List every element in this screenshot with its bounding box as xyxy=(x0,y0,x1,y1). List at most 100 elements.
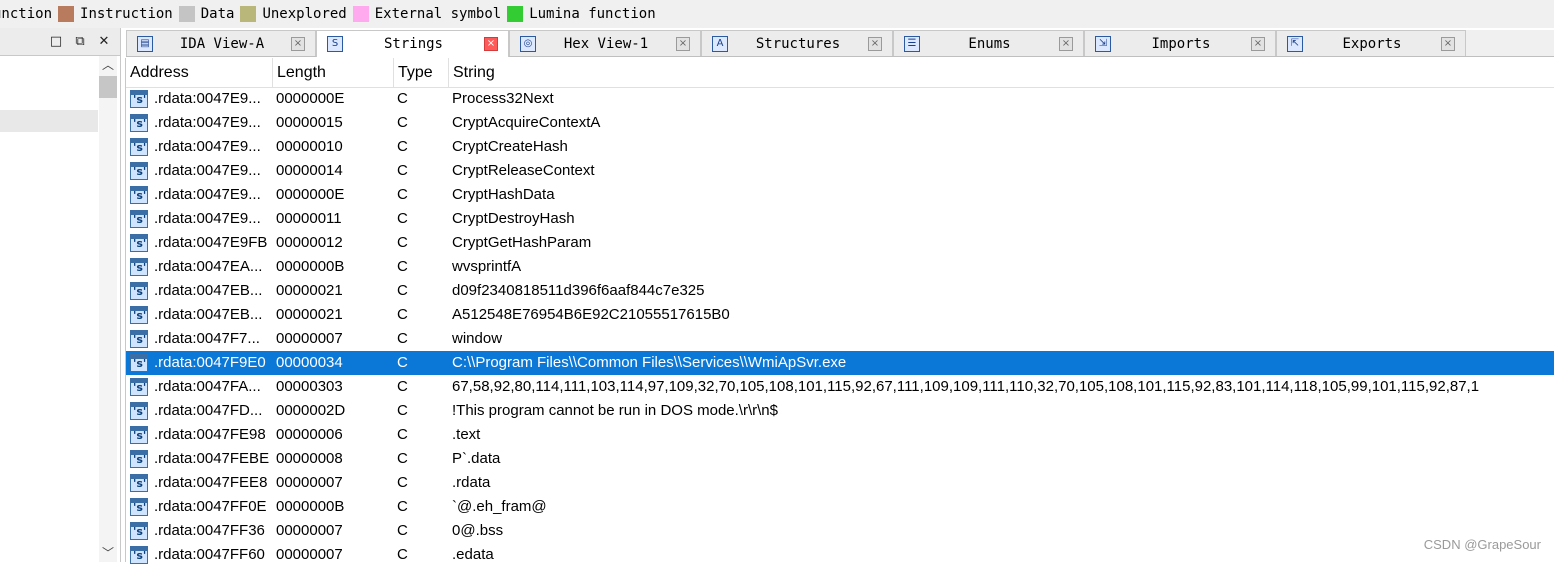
tab-close-icon[interactable]: × xyxy=(1251,36,1265,51)
cell-length: 0000000E xyxy=(276,90,345,107)
cell-string: `@.eh_fram@ xyxy=(452,498,547,515)
table-row[interactable]: 's' .rdata:0047FD... 0000002D C !This progra… xyxy=(126,399,1554,423)
table-row[interactable]: 's' .rdata:0047FE98 00000006 C .text xyxy=(126,423,1554,447)
string-icon: 's' xyxy=(130,138,148,156)
table-row[interactable]: 's' .rdata:0047E9FB 00000012 C CryptGetHashP… xyxy=(126,231,1554,255)
cell-type: C xyxy=(397,546,408,563)
string-icon: 's' xyxy=(130,378,148,396)
cell-type: C xyxy=(397,114,408,131)
tab-close-icon[interactable]: × xyxy=(1059,36,1073,51)
cell-length: 00000006 xyxy=(276,426,343,443)
cell-string: Process32Next xyxy=(452,90,554,107)
cell-address: .rdata:0047E9... xyxy=(154,90,261,107)
table-row[interactable]: 's' .rdata:0047F9E0 00000034 C C:\\Program F… xyxy=(126,351,1554,375)
column-header-type[interactable]: Type xyxy=(394,58,449,87)
view-tab-bar: ▤ IDA View-A × S Strings × ◎ Hex View-1 × A Struct… xyxy=(126,30,1554,57)
column-header-length[interactable]: Length xyxy=(273,58,394,87)
restore-icon[interactable]: □ xyxy=(44,32,68,52)
cell-address: .rdata:0047EB... xyxy=(154,306,263,323)
tab-imports[interactable]: ⇲ Imports × xyxy=(1084,30,1276,56)
imports-icon: ⇲ xyxy=(1095,35,1111,52)
tab-close-icon[interactable]: × xyxy=(676,36,690,51)
string-icon: 's' xyxy=(130,402,148,420)
legend-swatch xyxy=(240,6,257,22)
tab-ida-view-a[interactable]: ▤ IDA View-A × xyxy=(126,30,316,56)
table-row[interactable]: 's' .rdata:0047FA... 00000303 C 67,58,92,80,… xyxy=(126,375,1554,399)
cell-address: .rdata:0047E9... xyxy=(154,186,261,203)
table-row[interactable]: 's' .rdata:0047FF60 00000007 C .edata xyxy=(126,543,1554,567)
cell-string: d09f2340818511d396f6aaf844c7e325 xyxy=(452,282,705,299)
tab-label: Hex View-1 xyxy=(563,35,649,52)
table-row[interactable]: 's' .rdata:0047FF36 00000007 C 0@.bss xyxy=(126,519,1554,543)
string-icon: 's' xyxy=(130,234,148,252)
cell-type: C xyxy=(397,402,408,419)
table-row[interactable]: 's' .rdata:0047E9... 0000000E C Process32Nex… xyxy=(126,87,1554,111)
cell-string: .text xyxy=(452,426,481,443)
ida-view-icon: ▤ xyxy=(137,35,153,52)
functions-list-selected-row[interactable] xyxy=(0,110,98,132)
cell-length: 00000021 xyxy=(276,306,343,323)
table-row[interactable]: 's' .rdata:0047EB... 00000021 Cd09f23408185… xyxy=(126,279,1554,303)
string-icon: 's' xyxy=(130,162,148,180)
tab-close-icon[interactable]: × xyxy=(1441,36,1455,51)
structures-icon: A xyxy=(712,35,728,52)
column-header-address[interactable]: Address xyxy=(126,58,273,87)
close-icon[interactable]: ✕ xyxy=(92,32,116,52)
tab-close-icon[interactable]: × xyxy=(868,36,882,51)
scroll-up-icon[interactable]: ︿ xyxy=(99,56,117,74)
tab-strings[interactable]: S Strings × xyxy=(316,30,509,57)
cell-string: 67,58,92,80,114,111,103,114,97,109,32,70… xyxy=(452,378,1480,395)
cell-address: .rdata:0047EB... xyxy=(154,282,263,299)
cell-address: .rdata:0047FEE8 xyxy=(154,474,268,491)
table-row[interactable]: 's' .rdata:0047FEE8 00000007 C .rdata xyxy=(126,471,1554,495)
table-row[interactable]: 's' .rdata:0047FF0E 0000000B C `@.eh_fram@ xyxy=(126,495,1554,519)
tab-enums[interactable]: ☰ Enums × xyxy=(893,30,1084,56)
cell-length: 00000014 xyxy=(276,162,343,179)
legend-label: Data xyxy=(200,6,235,22)
cell-type: C xyxy=(397,186,408,203)
cell-string: CryptReleaseContext xyxy=(452,162,595,179)
cell-type: C xyxy=(397,306,408,323)
table-row[interactable]: 's' .rdata:0047E9... 00000015 C CryptAcquire… xyxy=(126,111,1554,135)
scroll-down-icon[interactable]: ﹀ xyxy=(99,544,117,562)
cell-string: CryptDestroyHash xyxy=(452,210,575,227)
tab-label: Structures xyxy=(755,35,841,52)
cell-length: 00000011 xyxy=(276,210,342,227)
cell-address: .rdata:0047FEBE xyxy=(154,450,270,467)
functions-scrollbar[interactable]: ︿ ﹀ xyxy=(99,56,117,562)
tab-hex-view-1[interactable]: ◎ Hex View-1 × xyxy=(509,30,701,56)
table-row[interactable]: 's' .rdata:0047F7... 00000007 Cwindow xyxy=(126,327,1554,351)
table-row[interactable]: 's' .rdata:0047E9... 00000011 C CryptDestroy… xyxy=(126,207,1554,231)
cell-length: 00000012 xyxy=(276,234,343,251)
cell-length: 0000000E xyxy=(276,186,345,203)
cell-type: C xyxy=(397,354,408,371)
cell-address: .rdata:0047FD... xyxy=(154,402,263,419)
tab-close-icon[interactable]: × xyxy=(291,36,305,51)
scroll-thumb[interactable] xyxy=(99,76,117,98)
tab-exports[interactable]: ⇱ Exports × xyxy=(1276,30,1466,56)
cell-length: 00000015 xyxy=(276,114,343,131)
cell-string: A512548E76954B6E92C21055517615B0 xyxy=(452,306,730,323)
functions-list[interactable]: ︿ ﹀ xyxy=(0,56,120,562)
string-icon: 's' xyxy=(130,474,148,492)
string-icon: 's' xyxy=(130,186,148,204)
table-row[interactable]: 's' .rdata:0047FEBE 00000008 C P`.data xyxy=(126,447,1554,471)
column-header-string[interactable]: String xyxy=(449,58,1554,87)
cell-address: .rdata:0047FE98 xyxy=(154,426,266,443)
table-row[interactable]: 's' .rdata:0047EA... 0000000B CwvsprintfA xyxy=(126,255,1554,279)
tab-structures[interactable]: A Structures × xyxy=(701,30,893,56)
legend-swatch xyxy=(178,6,195,22)
cell-address: .rdata:0047F7... xyxy=(154,330,260,347)
cell-address: .rdata:0047E9... xyxy=(154,162,261,179)
cell-length: 00000303 xyxy=(276,378,343,395)
legend-label: Unexplored xyxy=(262,6,347,22)
float-icon[interactable]: ⧉ xyxy=(68,32,92,52)
cell-address: .rdata:0047FF0E xyxy=(154,498,267,515)
table-row[interactable]: 's' .rdata:0047E9... 00000014 C CryptRelease… xyxy=(126,159,1554,183)
tab-close-icon[interactable]: × xyxy=(484,37,498,51)
cell-type: C xyxy=(397,210,408,227)
table-row[interactable]: 's' .rdata:0047E9... 00000010 C CryptCreateH… xyxy=(126,135,1554,159)
table-row[interactable]: 's' .rdata:0047EB... 00000021 C A512548E7695… xyxy=(126,303,1554,327)
string-icon: 's' xyxy=(130,210,148,228)
table-row[interactable]: 's' .rdata:0047E9... 0000000E C CryptHashDat… xyxy=(126,183,1554,207)
